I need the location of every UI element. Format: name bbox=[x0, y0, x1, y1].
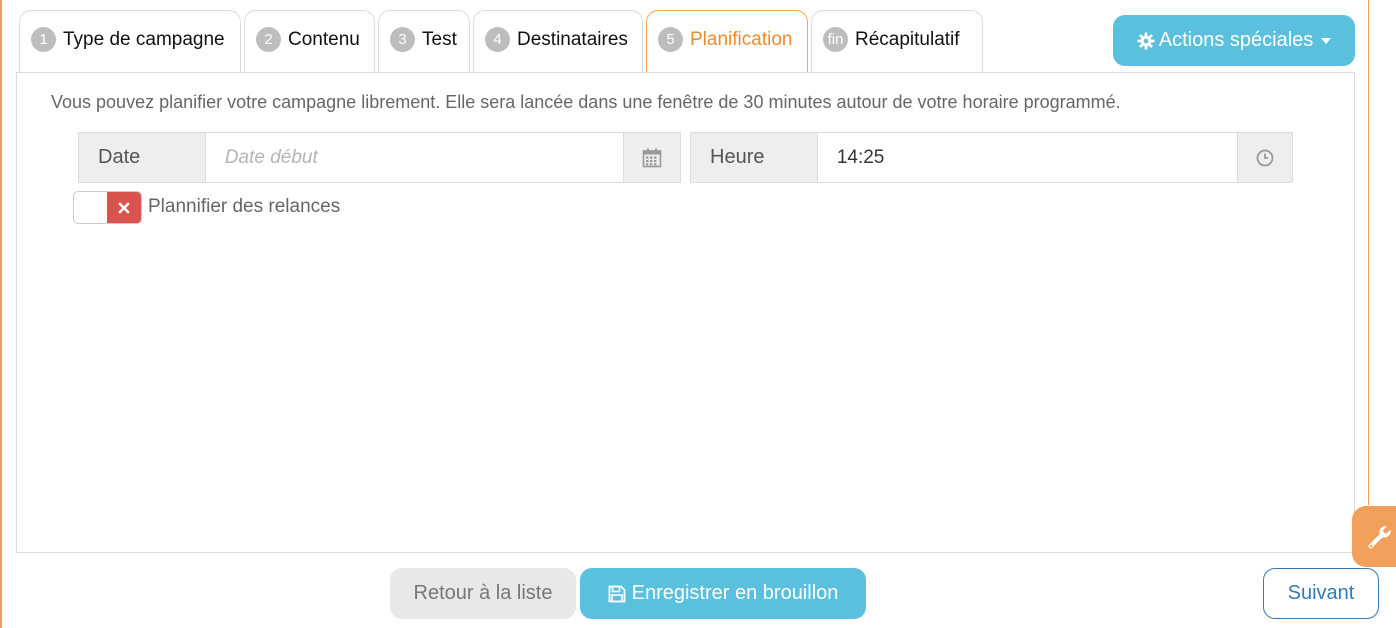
special-actions-button[interactable]: Actions spéciales bbox=[1113, 15, 1355, 66]
back-to-list-button[interactable]: Retour à la liste bbox=[390, 568, 576, 619]
tab-contenu[interactable]: 2 Contenu bbox=[244, 10, 375, 72]
time-label: Heure bbox=[691, 133, 818, 182]
floppy-disk-icon bbox=[608, 585, 626, 603]
tab-label: Récapitulatif bbox=[855, 28, 960, 50]
relances-toggle[interactable] bbox=[73, 191, 142, 224]
tab-label: Contenu bbox=[288, 28, 360, 50]
tab-label: Type de campagne bbox=[63, 28, 225, 50]
tab-type-de-campagne[interactable]: 1 Type de campagne bbox=[19, 10, 241, 72]
tab-test[interactable]: 3 Test bbox=[378, 10, 470, 72]
caret-down-icon bbox=[1321, 37, 1332, 44]
planification-info-text: Vous pouvez planifier votre campagne lib… bbox=[51, 92, 1121, 112]
wrench-icon[interactable] bbox=[1352, 506, 1396, 567]
close-icon bbox=[107, 192, 141, 223]
tab-step-number: 5 bbox=[658, 27, 683, 52]
tab-step-number: fin bbox=[823, 27, 848, 52]
relances-toggle-label: Plannifier des relances bbox=[148, 196, 341, 217]
calendar-icon[interactable] bbox=[623, 133, 681, 182]
gear-icon bbox=[1137, 31, 1155, 50]
time-input[interactable] bbox=[817, 133, 1238, 182]
clock-icon[interactable] bbox=[1237, 133, 1292, 182]
tab-step-number: 2 bbox=[256, 27, 281, 52]
campaign-editor: 1 Type de campagne 2 Contenu 3 Test 4 De… bbox=[0, 0, 1396, 628]
save-draft-button[interactable]: Enregistrer en brouillon bbox=[580, 568, 866, 619]
tab-label: Destinataires bbox=[517, 28, 628, 50]
save-draft-label: Enregistrer en brouillon bbox=[631, 582, 839, 604]
right-border bbox=[1368, 0, 1369, 505]
tab-recapitulatif[interactable]: fin Récapitulatif bbox=[811, 10, 983, 72]
date-label: Date bbox=[79, 133, 206, 182]
tab-step-number: 3 bbox=[390, 27, 415, 52]
special-actions-label: Actions spéciales bbox=[1158, 29, 1314, 51]
tab-step-number: 4 bbox=[485, 27, 510, 52]
time-input-group: Heure bbox=[690, 132, 1293, 183]
tab-planification[interactable]: 5 Planification bbox=[646, 10, 808, 72]
date-start-input[interactable] bbox=[205, 133, 624, 182]
tab-step-number: 1 bbox=[31, 27, 56, 52]
tab-destinataires[interactable]: 4 Destinataires bbox=[473, 10, 643, 72]
next-button[interactable]: Suivant bbox=[1263, 568, 1379, 619]
tab-label: Planification bbox=[690, 28, 793, 50]
left-border bbox=[0, 0, 2, 628]
tab-label: Test bbox=[422, 28, 457, 50]
date-input-group: Date bbox=[78, 132, 681, 183]
